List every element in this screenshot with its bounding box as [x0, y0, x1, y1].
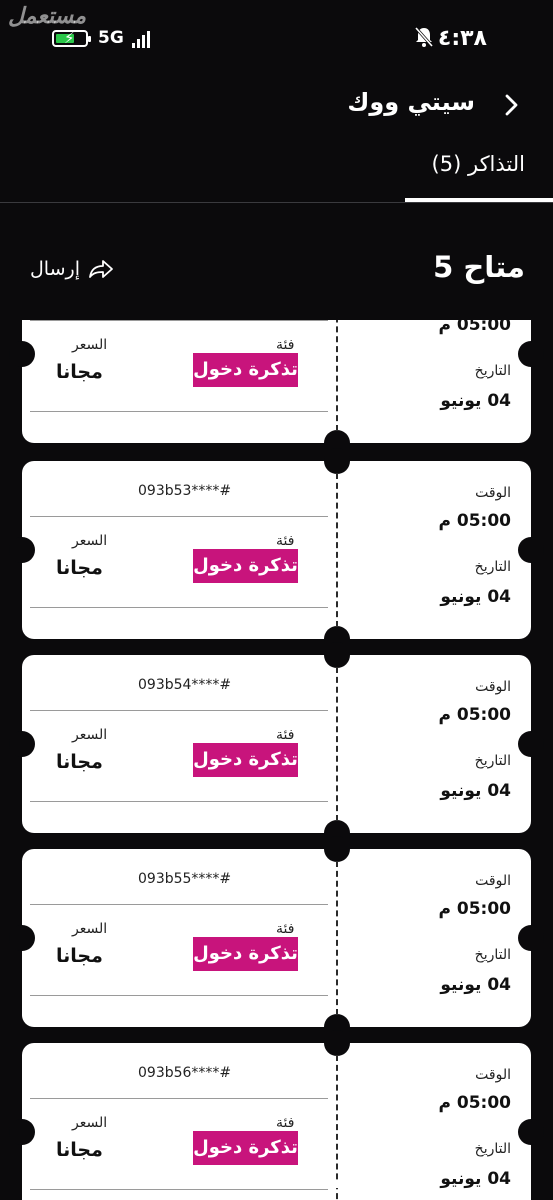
forward-arrow-icon: [89, 260, 113, 278]
category-label: فئة: [276, 727, 295, 743]
category-label: فئة: [276, 921, 295, 937]
price-label: السعر: [72, 533, 108, 549]
header-divider: [0, 202, 553, 203]
ticket-card[interactable]: 093b55****# السعر فئة تذكرة دخول مجانا ا…: [9, 836, 544, 1040]
category-badge: تذكرة دخول: [193, 353, 298, 387]
category-badge: تذكرة دخول: [193, 937, 298, 971]
time-value: 05:00 م: [438, 511, 511, 531]
ticket-card[interactable]: 093b53****# السعر فئة تذكرة دخول مجانا ا…: [9, 448, 544, 652]
watermark-logo: مستعمل: [8, 4, 87, 29]
ticket-card[interactable]: السعر فئة تذكرة دخول مجانا الوقت 05:00 م…: [9, 320, 544, 456]
price-label: السعر: [72, 921, 108, 937]
perforation-line: [336, 861, 338, 1015]
home-indicator[interactable]: [178, 1183, 376, 1188]
battery-icon: ⚡: [52, 29, 91, 47]
time-value: 05:00 م: [438, 899, 511, 919]
price-value: مجانا: [56, 557, 103, 579]
available-count: متاح 5: [433, 250, 525, 284]
date-label: التاريخ: [474, 363, 511, 379]
ticket-card[interactable]: 093b54****# السعر فئة تذكرة دخول مجانا ا…: [9, 642, 544, 846]
ticket-card[interactable]: 093b56****# السعر فئة تذكرة دخول مجانا ا…: [9, 1030, 544, 1200]
price-label: السعر: [72, 727, 108, 743]
date-value: 04 يونيو: [440, 1169, 511, 1189]
date-value: 04 يونيو: [440, 391, 511, 411]
perforation-line: [336, 667, 338, 821]
date-value: 04 يونيو: [440, 975, 511, 995]
time-label: الوقت: [475, 485, 511, 501]
price-value: مجانا: [56, 361, 103, 383]
status-time: ٤:٣٨: [437, 26, 487, 51]
date-value: 04 يونيو: [440, 587, 511, 607]
ticket-code: 093b56****#: [138, 1065, 232, 1081]
category-label: فئة: [276, 1115, 295, 1131]
price-value: مجانا: [56, 751, 103, 773]
time-value: 05:00 م: [438, 705, 511, 725]
category-badge: تذكرة دخول: [193, 743, 298, 777]
date-label: التاريخ: [474, 559, 511, 575]
status-bar: مستعمل ⚡ 5G ٤:٣٨: [0, 0, 553, 62]
ticket-list[interactable]: السعر فئة تذكرة دخول مجانا الوقت 05:00 م…: [0, 320, 553, 1200]
send-label: إرسال: [30, 258, 80, 280]
price-label: السعر: [72, 337, 108, 353]
price-value: مجانا: [56, 945, 103, 967]
perforation-line: [336, 320, 338, 431]
category-badge: تذكرة دخول: [193, 549, 298, 583]
ticket-code: 093b53****#: [138, 483, 232, 499]
price-label: السعر: [72, 1115, 108, 1131]
date-label: التاريخ: [474, 947, 511, 963]
category-label: فئة: [276, 533, 295, 549]
signal-icon: [132, 30, 150, 48]
network-type: 5G: [98, 28, 124, 48]
perforation-line: [336, 1055, 338, 1200]
time-value: 05:00 م: [438, 320, 511, 335]
date-value: 04 يونيو: [440, 781, 511, 801]
ticket-code: 093b55****#: [138, 871, 232, 887]
date-label: التاريخ: [474, 1141, 511, 1157]
ticket-code: 093b54****#: [138, 677, 232, 693]
time-label: الوقت: [475, 679, 511, 695]
page-title: سيتي ووك: [347, 88, 475, 116]
tab-tickets[interactable]: التذاكر (5): [432, 152, 525, 176]
category-label: فئة: [276, 337, 295, 353]
send-button[interactable]: إرسال: [30, 258, 114, 280]
category-badge: تذكرة دخول: [193, 1131, 298, 1165]
back-chevron-icon[interactable]: [499, 93, 523, 117]
time-label: الوقت: [475, 873, 511, 889]
time-label: الوقت: [475, 1067, 511, 1083]
perforation-line: [336, 473, 338, 627]
date-label: التاريخ: [474, 753, 511, 769]
price-value: مجانا: [56, 1139, 103, 1161]
mute-bell-icon: [414, 27, 434, 47]
time-value: 05:00 م: [438, 1093, 511, 1113]
